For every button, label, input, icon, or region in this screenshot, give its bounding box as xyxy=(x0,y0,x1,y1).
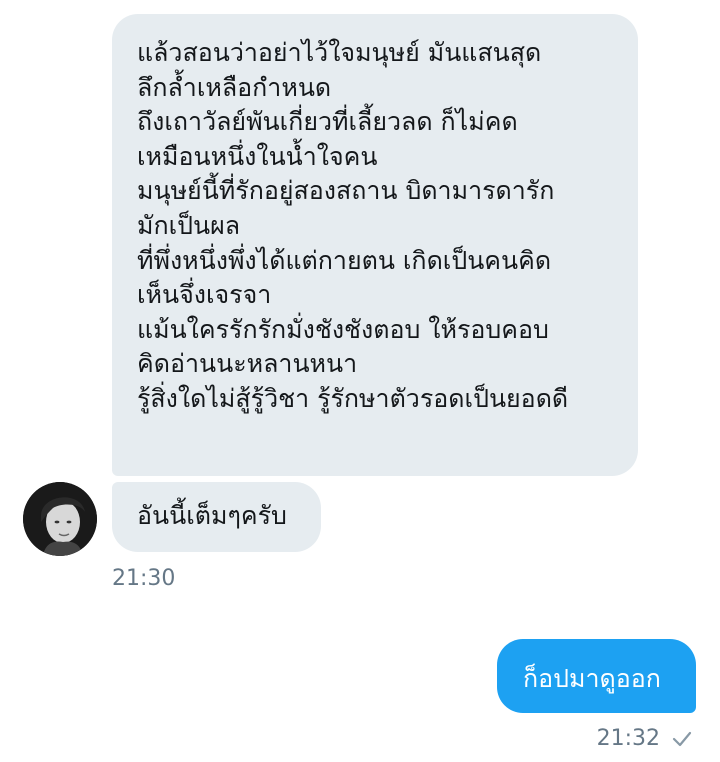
message-line: ถึงเถาวัลย์พันเกี่ยวที่เลี้ยวลด ก็ไม่คด xyxy=(137,107,518,137)
message-line: ที่พึ่งหนึ่งพึ่งได้แต่กายตน เกิดเป็นคนคิ… xyxy=(137,245,552,275)
message-line: มนุษย์นี้ที่รักอยู่สองสถาน บิดามารดารัก xyxy=(137,176,555,206)
message-timestamp: 21:32 xyxy=(596,726,660,751)
message-line: คิดอ่านนะหลานหนา xyxy=(137,349,358,379)
incoming-message-bubble[interactable]: อันนี้เต็มๆครับ xyxy=(112,482,321,552)
message-line: ลึกล้ำเหลือกำหนด xyxy=(137,72,332,102)
message-text: ก็อปมาดูออก xyxy=(523,664,661,693)
outgoing-message-meta: 21:32 xyxy=(597,726,692,751)
message-text: อันนี้เต็มๆครับ xyxy=(137,501,287,530)
check-icon xyxy=(672,730,692,748)
avatar-photo xyxy=(23,482,97,556)
avatar[interactable] xyxy=(23,482,97,556)
message-line: เหมือนหนึ่งในน้ำใจคน xyxy=(137,141,378,171)
conversation-thread: แล้วสอนว่าอย่าไว้ใจมนุษย์ มันแสนสุด ลึกล… xyxy=(0,0,720,762)
message-timestamp: 21:30 xyxy=(112,566,176,591)
outgoing-message-bubble[interactable]: ก็อปมาดูออก xyxy=(497,639,696,713)
message-line: มักเป็นผล xyxy=(137,210,241,240)
message-line: เห็นจึ่งเจรจา xyxy=(137,280,272,310)
incoming-message-bubble[interactable]: แล้วสอนว่าอย่าไว้ใจมนุษย์ มันแสนสุด ลึกล… xyxy=(112,14,638,476)
message-line: แล้วสอนว่าอย่าไว้ใจมนุษย์ มันแสนสุด xyxy=(137,38,542,67)
message-line: แม้นใครรักรักมั่งชังชังตอบ ให้รอบคอบ xyxy=(137,314,549,344)
message-line: รู้สิ่งใดไม่สู้รู้วิชา รู้รักษาตัวรอดเป็… xyxy=(137,383,569,413)
